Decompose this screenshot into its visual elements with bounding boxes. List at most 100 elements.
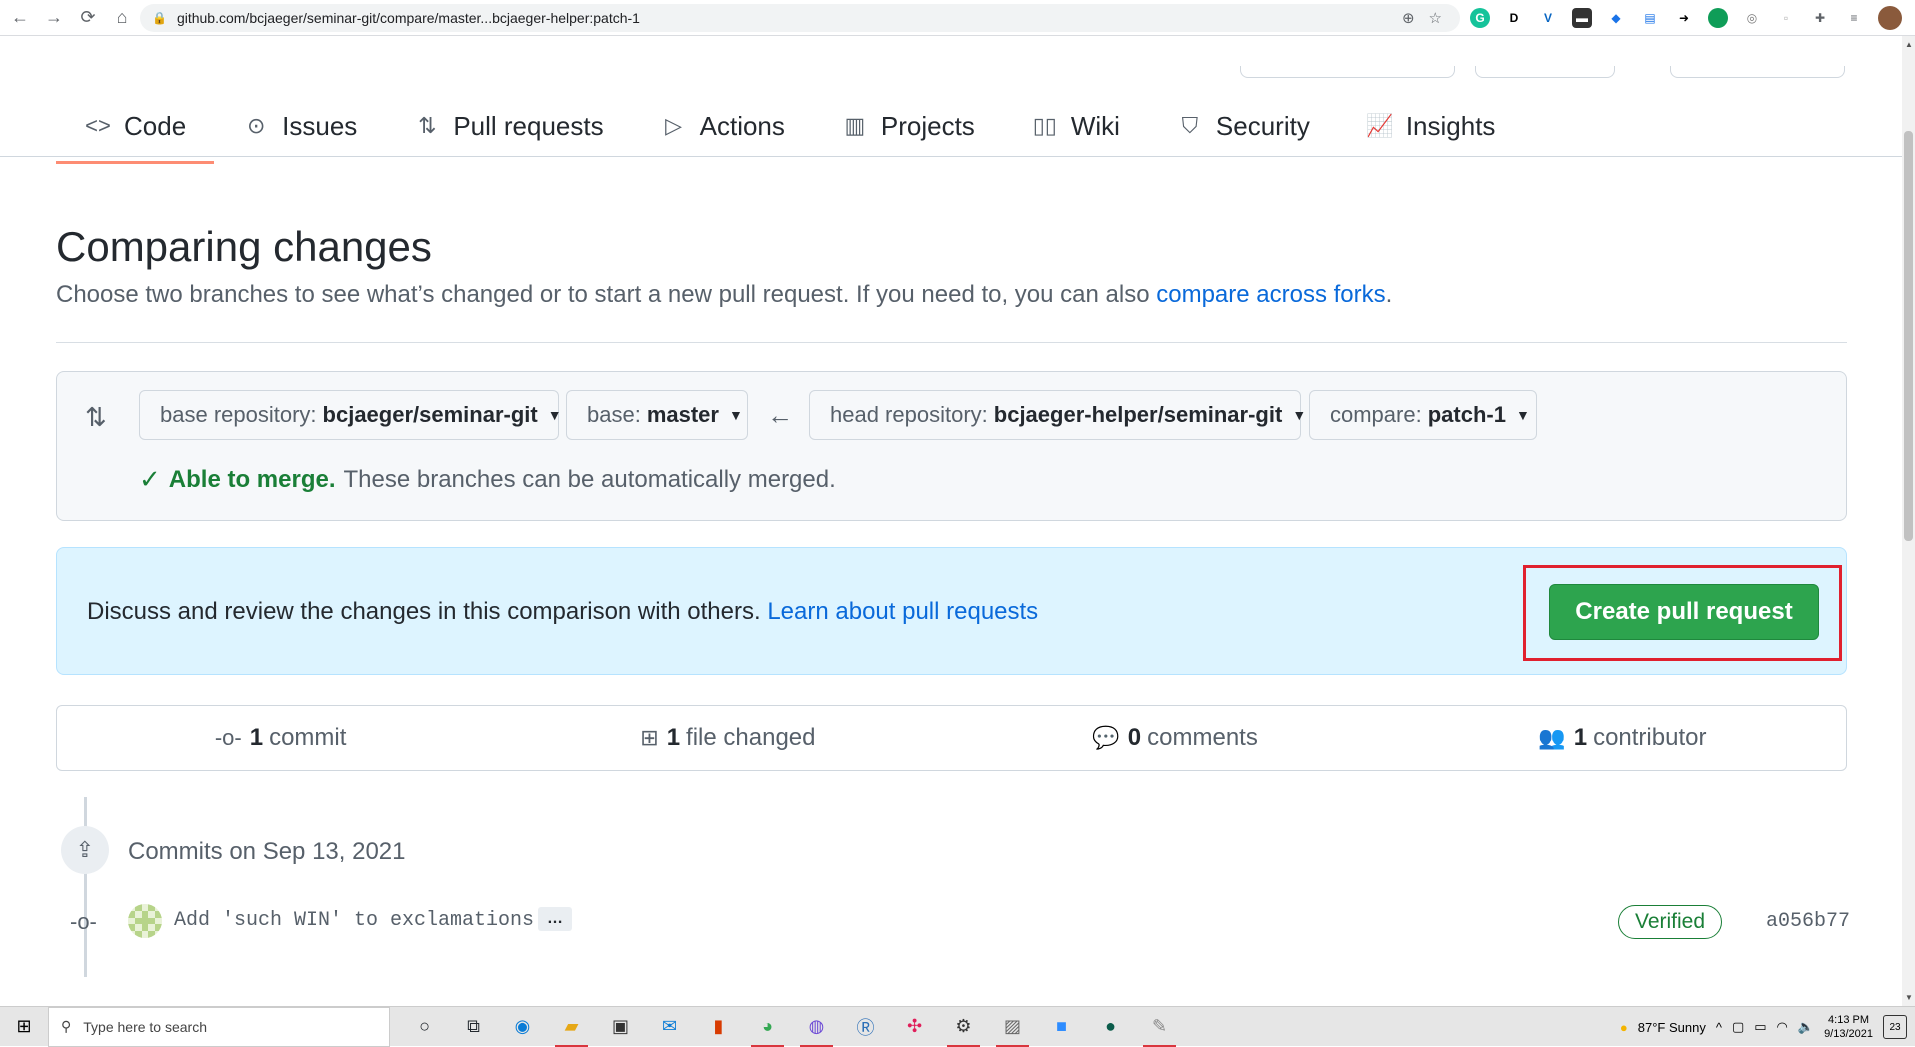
clock-time: 4:13 PM — [1828, 1014, 1870, 1026]
extension-doc-icon[interactable]: ▤ — [1640, 8, 1660, 28]
puzzle-icon[interactable]: ✚ — [1810, 8, 1830, 28]
task-view-icon[interactable]: ⧉ — [449, 1007, 498, 1047]
scroll-up-icon[interactable]: ▲ — [1905, 40, 1913, 49]
zoom-icon[interactable]: ⊕ — [1402, 9, 1415, 27]
profile-avatar[interactable] — [1878, 6, 1902, 30]
chevron-up-icon[interactable]: ^ — [1716, 1020, 1722, 1035]
edge-icon[interactable]: ◉ — [498, 1007, 547, 1047]
issue-icon: ⊙ — [246, 113, 266, 138]
forward-icon[interactable]: → — [40, 4, 68, 32]
comments-summary[interactable]: 💬 0 comments — [952, 706, 1399, 770]
file-explorer-icon[interactable]: ▰ — [547, 1007, 596, 1047]
header-button-fragment[interactable] — [1475, 66, 1615, 78]
contributors-summary[interactable]: 👥 1 contributor — [1399, 706, 1846, 770]
commit-sha-link[interactable]: a056b77 — [1766, 910, 1850, 933]
gitkraken-icon[interactable]: ● — [1086, 1007, 1135, 1047]
expand-commit-button[interactable]: … — [538, 907, 572, 931]
subtitle-text: Choose two branches to see what’s change… — [56, 281, 1150, 308]
base-repository-select[interactable]: base repository: bcjaeger/seminar-git ▼ — [139, 390, 562, 440]
image-viewer-icon[interactable]: ▨ — [988, 1007, 1037, 1047]
extension-gray-icon[interactable]: ◎ — [1742, 8, 1762, 28]
back-icon[interactable]: ← — [6, 4, 34, 32]
extension-green-icon[interactable] — [1708, 8, 1728, 28]
scroll-thumb[interactable] — [1904, 131, 1913, 541]
notification-count: 23 — [1889, 1021, 1901, 1033]
compare-branch-select[interactable]: compare: patch-1 ▼ — [1309, 390, 1537, 440]
tab-security[interactable]: ⛉ Security — [1148, 98, 1338, 154]
extension-page-icon[interactable]: ▫ — [1776, 8, 1796, 28]
commit-message-link[interactable]: Add 'such WIN' to exclamations — [174, 909, 534, 932]
browser-toolbar: ← → ⟳ ⌂ 🔒 github.com/bcjaeger/seminar-gi… — [0, 0, 1915, 36]
tab-issues[interactable]: ⊙ Issues — [214, 98, 385, 154]
tab-code[interactable]: <> Code — [56, 98, 215, 164]
slack-icon[interactable]: ✣ — [890, 1007, 939, 1047]
chrome-icon[interactable]: ◕ — [743, 1007, 792, 1047]
notification-center-icon[interactable]: 23 — [1883, 1015, 1907, 1039]
verified-badge[interactable]: Verified — [1618, 905, 1722, 939]
repo-navigation: <> Code ⊙ Issues ⇅ Pull requests ▷ Actio… — [0, 36, 1902, 164]
paint-icon[interactable]: ✎ — [1135, 1007, 1184, 1047]
mail-icon[interactable]: ✉ — [645, 1007, 694, 1047]
avatar[interactable] — [128, 904, 162, 938]
r-app-icon[interactable]: Ⓡ — [841, 1007, 890, 1047]
commits-summary[interactable]: -o- 1 commit — [57, 706, 504, 770]
cortana-icon[interactable]: ○ — [400, 1007, 449, 1047]
taskbar-clock[interactable]: 4:13 PM 9/13/2021 — [1824, 1013, 1873, 1041]
range-editor: ⇅ base repository: bcjaeger/seminar-git … — [56, 371, 1847, 521]
header-button-fragment[interactable] — [1240, 66, 1455, 78]
caret-down-icon: ▼ — [547, 407, 562, 423]
head-repository-select[interactable]: head repository: bcjaeger-helper/seminar… — [809, 390, 1306, 440]
volume-icon[interactable]: 🔈 — [1798, 1019, 1814, 1035]
reading-list-icon[interactable]: ≡ — [1844, 8, 1864, 28]
windows-start-icon[interactable]: ⊞ — [0, 1007, 48, 1047]
selector-label: head repository: — [830, 402, 988, 427]
tab-actions[interactable]: ▷ Actions — [632, 98, 813, 154]
star-icon[interactable]: ☆ — [1429, 9, 1442, 27]
extension-dark-icon[interactable]: ▬ — [1572, 8, 1592, 28]
tab-pull-requests[interactable]: ⇅ Pull requests — [385, 98, 631, 154]
selector-label: base repository: — [160, 402, 317, 427]
extension-arrow-icon[interactable]: ➜ — [1674, 8, 1694, 28]
discuss-banner: Discuss and review the changes in this c… — [56, 547, 1847, 675]
comments-label: comments — [1147, 724, 1258, 751]
meet-icon[interactable]: ▢ — [1732, 1019, 1744, 1035]
taskbar-search-input[interactable]: ⚲ Type here to search — [48, 1006, 390, 1047]
tab-label: Code — [124, 110, 187, 141]
selector-value: patch-1 — [1427, 402, 1506, 427]
commit-icon: -o- — [214, 725, 242, 750]
files-summary[interactable]: ⊞ 1 file changed — [504, 706, 951, 770]
office-icon[interactable]: ▮ — [694, 1007, 743, 1047]
reload-icon[interactable]: ⟳ — [74, 4, 102, 32]
address-bar[interactable]: 🔒 github.com/bcjaeger/seminar-git/compar… — [140, 4, 1460, 32]
learn-about-pull-requests-link[interactable]: Learn about pull requests — [767, 598, 1038, 625]
home-icon[interactable]: ⌂ — [108, 4, 136, 32]
create-pull-request-button[interactable]: Create pull request — [1549, 584, 1819, 640]
files-count: 1 — [666, 724, 681, 751]
chat-app-icon[interactable]: ◍ — [792, 1007, 841, 1047]
compare-across-forks-link[interactable]: compare across forks — [1156, 281, 1385, 308]
tab-label: Projects — [880, 110, 975, 141]
weather-text[interactable]: 87°F Sunny — [1638, 1020, 1706, 1035]
tab-wiki[interactable]: ▯▯ Wiki — [1003, 98, 1148, 154]
page-scrollbar[interactable]: ▲ ▼ — [1902, 36, 1915, 1006]
extension-d-icon[interactable]: D — [1504, 8, 1524, 28]
tab-projects[interactable]: ▥ Projects — [813, 98, 1003, 154]
scroll-down-icon[interactable]: ▼ — [1905, 993, 1913, 1002]
weather-sun-icon[interactable]: ● — [1620, 1020, 1628, 1035]
wifi-icon[interactable]: ◠ — [1777, 1019, 1788, 1035]
store-icon[interactable]: ▣ — [596, 1007, 645, 1047]
grammarly-extension-icon[interactable]: G — [1470, 8, 1490, 28]
base-branch-select[interactable]: base: master ▼ — [566, 390, 748, 440]
compare-arrows-icon[interactable]: ⇅ — [85, 402, 107, 433]
header-button-fragment[interactable] — [1670, 66, 1845, 78]
extension-v-icon[interactable]: V — [1538, 8, 1558, 28]
clock-date: 9/13/2021 — [1824, 1028, 1873, 1040]
comments-count: 0 — [1127, 724, 1142, 751]
check-icon: ✓ — [139, 464, 161, 494]
selector-label: compare: — [1330, 402, 1422, 427]
settings-gear-icon[interactable]: ⚙ — [939, 1007, 988, 1047]
battery-icon[interactable]: ▭ — [1754, 1019, 1766, 1035]
extension-blue-icon[interactable]: ◆ — [1606, 8, 1626, 28]
zoom-app-icon[interactable]: ■ — [1037, 1007, 1086, 1047]
tab-insights[interactable]: 📈 Insights — [1338, 98, 1524, 154]
